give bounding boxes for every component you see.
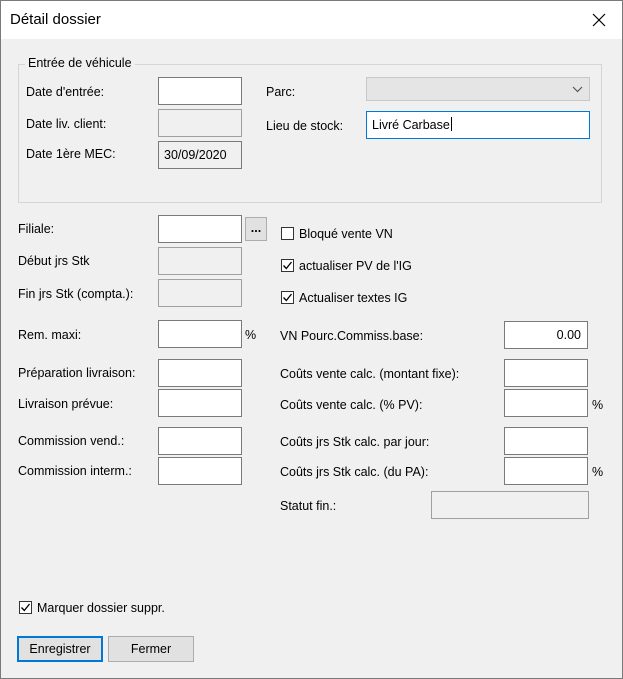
vn-pourc-label: VN Pourc.Commiss.base:	[280, 329, 424, 343]
preparation-livraison-label: Préparation livraison:	[18, 366, 136, 380]
livraison-prevue-field[interactable]	[158, 389, 242, 417]
commission-vend-field[interactable]	[158, 427, 242, 455]
date-1ere-mec-label: Date 1ère MEC:	[26, 147, 116, 161]
couts-jrs-jour-label: Coûts jrs Stk calc. par jour:	[280, 435, 430, 449]
parc-label: Parc:	[266, 85, 296, 99]
dialog-window: Détail dossier Entrée de véhicule Date d…	[0, 0, 623, 679]
couts-vente-pv-percent: %	[592, 398, 604, 412]
date-entree-field[interactable]	[158, 77, 242, 105]
checkmark-icon	[21, 603, 31, 612]
close-icon	[592, 13, 606, 27]
filiale-label: Filiale:	[18, 222, 55, 236]
couts-vente-pv-field[interactable]	[504, 389, 588, 417]
bloque-vente-vn-label: Bloqué vente VN	[299, 227, 393, 241]
checkmark-icon	[283, 293, 293, 302]
rem-maxi-percent: %	[245, 328, 257, 342]
couts-jrs-pa-percent: %	[592, 465, 604, 479]
date-entree-label: Date d'entrée:	[26, 85, 105, 99]
couts-vente-fixe-field[interactable]	[504, 359, 588, 387]
fin-jrs-stk-field	[158, 279, 242, 307]
date-1ere-mec-field: 30/09/2020	[158, 141, 242, 169]
debut-jrs-stk-field	[158, 247, 242, 275]
filiale-browse-button[interactable]: ...	[245, 217, 267, 241]
preparation-livraison-field[interactable]	[158, 359, 242, 387]
debut-jrs-stk-label: Début jrs Stk	[18, 254, 90, 268]
marquer-dossier-checkbox[interactable]	[19, 601, 32, 614]
livraison-prevue-label: Livraison prévue:	[18, 397, 114, 411]
enregistrer-button[interactable]: Enregistrer	[17, 636, 103, 662]
rem-maxi-label: Rem. maxi:	[18, 328, 82, 342]
couts-jrs-pa-field[interactable]	[504, 457, 588, 485]
commission-vend-label: Commission vend.:	[18, 434, 125, 448]
filiale-field[interactable]	[158, 215, 242, 243]
parc-select[interactable]	[366, 77, 590, 101]
actualiser-textes-label: Actualiser textes IG	[299, 291, 408, 305]
couts-vente-fixe-label: Coûts vente calc. (montant fixe):	[280, 367, 460, 381]
actualiser-pv-checkbox[interactable]	[281, 259, 294, 272]
couts-vente-pv-label: Coûts vente calc. (% PV):	[280, 398, 423, 412]
bloque-vente-vn-checkbox[interactable]	[281, 227, 294, 240]
statut-fin-field	[431, 491, 589, 519]
actualiser-textes-checkbox[interactable]	[281, 291, 294, 304]
commission-interm-label: Commission interm.:	[18, 464, 132, 478]
title-bar: Détail dossier	[1, 1, 622, 39]
fin-jrs-stk-label: Fin jrs Stk (compta.):	[18, 287, 134, 301]
couts-jrs-jour-field[interactable]	[504, 427, 588, 455]
actualiser-pv-label: actualiser PV de l'IG	[299, 259, 412, 273]
window-title: Détail dossier	[10, 11, 101, 28]
date-liv-client-field	[158, 109, 242, 137]
close-button[interactable]	[576, 1, 622, 39]
commission-interm-field[interactable]	[158, 457, 242, 485]
fermer-button[interactable]: Fermer	[108, 636, 194, 662]
vehicle-entry-group-label: Entrée de véhicule	[25, 56, 135, 70]
rem-maxi-field[interactable]	[158, 320, 242, 348]
lieu-stock-field[interactable]: Livré Carbase	[366, 111, 590, 139]
text-cursor	[450, 117, 452, 131]
date-liv-client-label: Date liv. client:	[26, 117, 107, 131]
lieu-stock-value: Livré Carbase	[372, 118, 450, 132]
vn-pourc-field[interactable]: 0.00	[504, 321, 588, 349]
couts-jrs-pa-label: Coûts jrs Stk calc. (du PA):	[280, 465, 429, 479]
chevron-down-icon	[572, 86, 583, 93]
checkmark-icon	[283, 261, 293, 270]
lieu-stock-label: Lieu de stock:	[266, 119, 344, 133]
statut-fin-label: Statut fin.:	[280, 499, 337, 513]
marquer-dossier-label: Marquer dossier suppr.	[37, 601, 165, 615]
